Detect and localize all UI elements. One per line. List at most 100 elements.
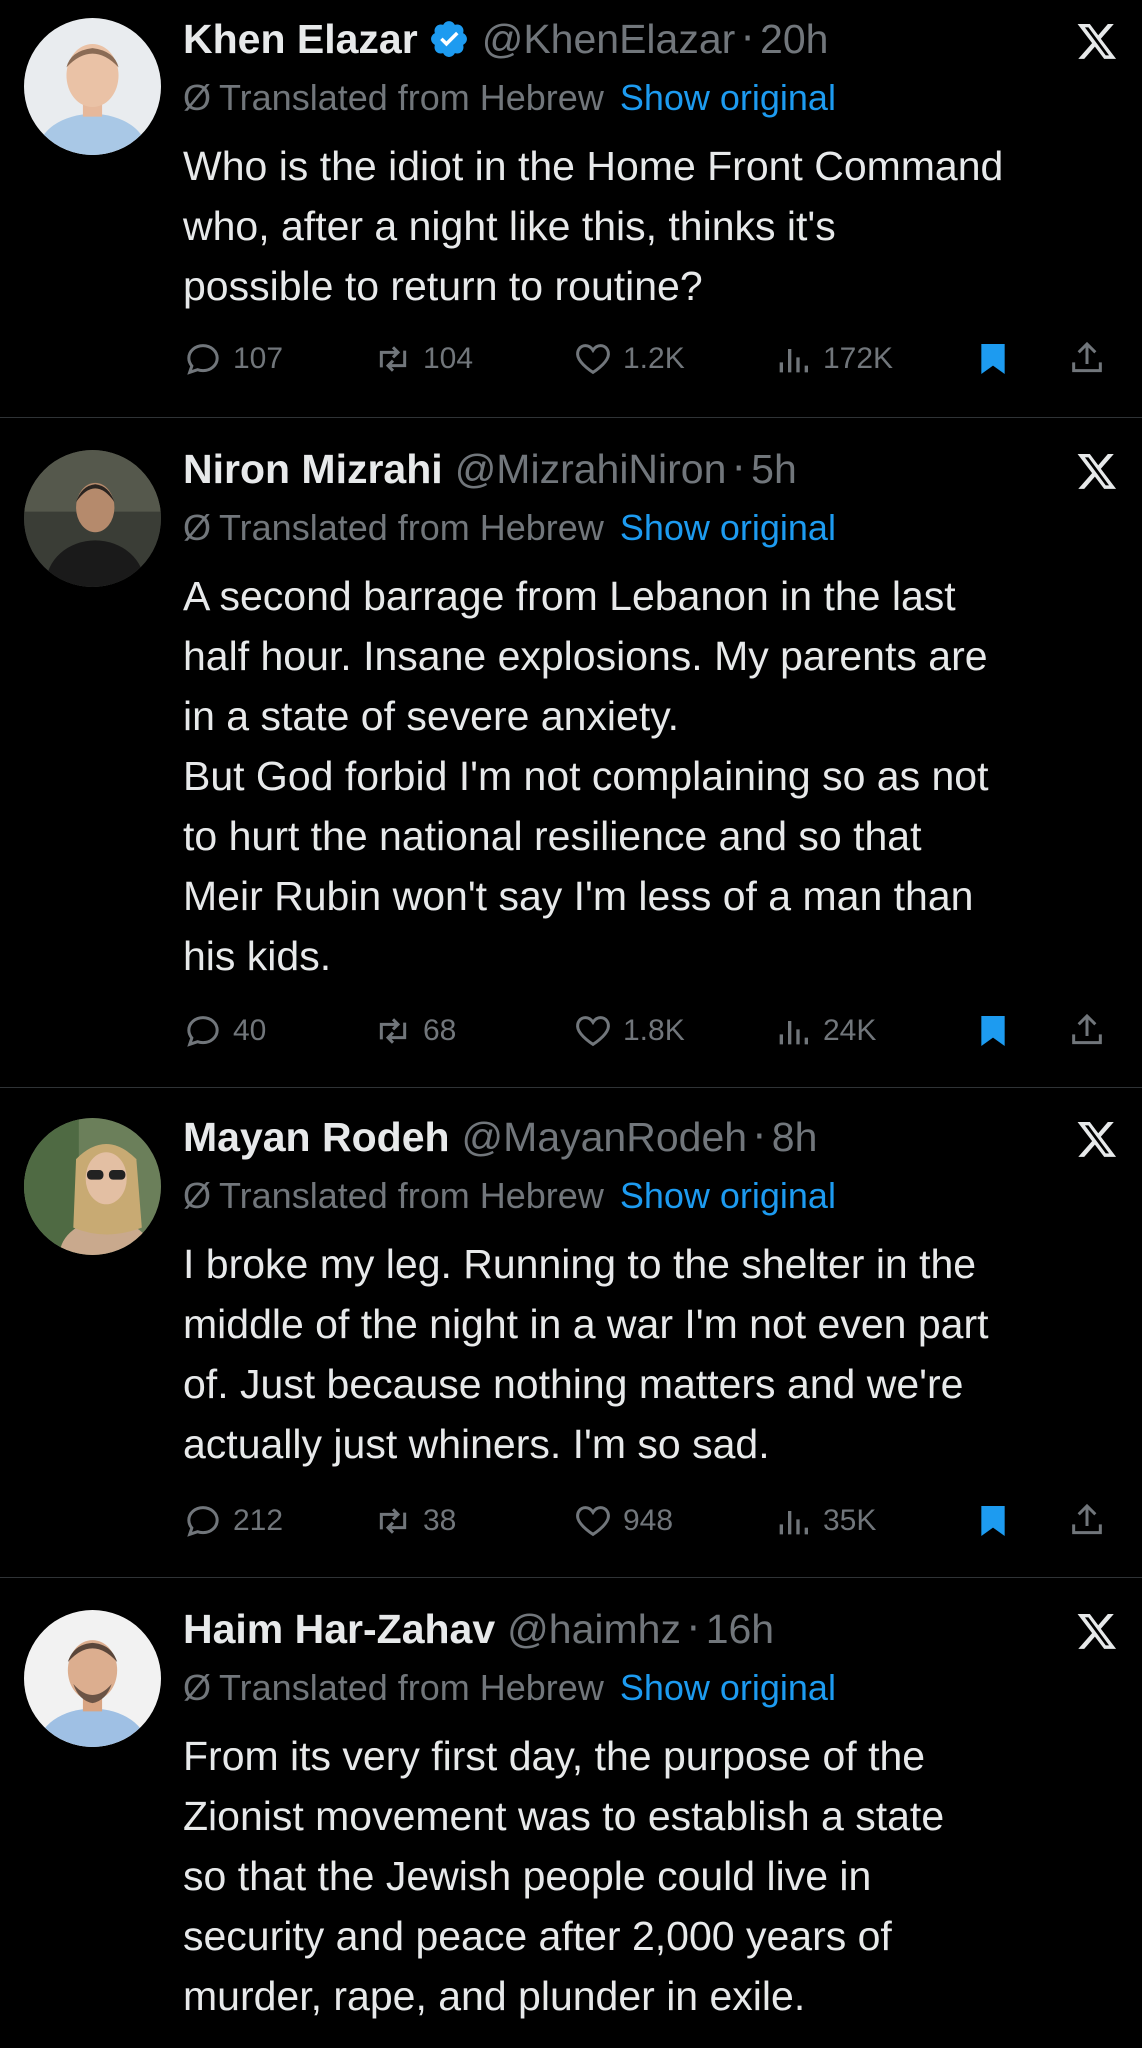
reply-icon	[187, 1506, 219, 1537]
timestamp[interactable]: 5h	[751, 444, 797, 494]
author-handle[interactable]: @KhenElazar	[482, 14, 736, 64]
retweet-count: 38	[423, 1504, 457, 1537]
like-button[interactable]: 1.8K	[573, 1006, 685, 1056]
heart-icon	[576, 344, 610, 375]
show-original-link[interactable]: Show original	[620, 507, 836, 548]
bookmark-icon	[981, 344, 1005, 374]
show-original-link[interactable]: Show original	[620, 1667, 836, 1708]
separator-dot: ·	[753, 1114, 766, 1160]
reply-button[interactable]: 40	[183, 1006, 266, 1056]
avatar[interactable]	[24, 1118, 161, 1255]
tweet-text: I broke my leg. Running to the shelter i…	[183, 1234, 1123, 1474]
author-handle[interactable]: @MayanRodeh	[462, 1112, 748, 1162]
show-original-link[interactable]: Show original	[620, 77, 836, 118]
tweet-text-line: to hurt the national resilience and so t…	[183, 813, 922, 859]
reply-button[interactable]: 107	[183, 334, 283, 384]
bookmark-button[interactable]	[973, 334, 1023, 384]
views-count: 172K	[823, 342, 894, 375]
retweet-icon	[379, 1018, 407, 1044]
tweet-text-line: possible to return to routine?	[183, 263, 703, 309]
translate-icon: Ø	[183, 1175, 212, 1216]
author-name[interactable]: Niron Mizrahi	[183, 444, 443, 494]
bookmark-button[interactable]	[973, 1496, 1023, 1546]
share-button[interactable]	[1067, 334, 1117, 384]
action-bar: 107 104 1.2K 172K	[183, 334, 1113, 384]
verified-badge-icon	[430, 21, 467, 57]
reply-count: 212	[233, 1504, 284, 1537]
retweet-button[interactable]: 38	[373, 1496, 456, 1546]
retweet-button[interactable]: 68	[373, 1006, 456, 1056]
views-button[interactable]: 172K	[773, 334, 893, 384]
author-handle[interactable]: @MizrahiNiron	[455, 444, 727, 494]
action-bar: 40 68 1.8K 24K	[183, 1006, 1113, 1056]
reply-button[interactable]: 212	[183, 1496, 283, 1546]
share-icon	[1072, 341, 1102, 373]
like-button[interactable]: 1.2K	[573, 334, 685, 384]
x-logo-icon[interactable]	[1076, 450, 1118, 492]
author-handle[interactable]: @haimhz	[507, 1604, 681, 1654]
heart-icon	[576, 1506, 610, 1537]
tweet-2[interactable]: Niron Mizrahi @MizrahiNiron · 5h Ø Transl…	[0, 418, 1142, 1088]
views-icon	[779, 1511, 808, 1535]
tweet-text-line: security and peace after 2,000 years of	[183, 1913, 892, 1959]
tweet-4[interactable]: Haim Har-Zahav @haimhz · 16h Ø Translated…	[0, 1578, 1142, 2048]
translation-note: Ø Translated from Hebrew Show original	[183, 76, 836, 120]
avatar[interactable]	[24, 450, 161, 587]
separator-dot: ·	[686, 1606, 700, 1652]
tweet-text: A second barrage from Lebanon in the las…	[183, 566, 1123, 986]
translated-label: Translated from Hebrew	[219, 1667, 604, 1708]
tweet-text-line: who, after a night like this, thinks it'…	[183, 203, 836, 249]
timestamp[interactable]: 16h	[706, 1604, 774, 1654]
show-original-link[interactable]: Show original	[620, 1175, 836, 1216]
views-button[interactable]: 35K	[773, 1496, 876, 1546]
bookmark-button[interactable]	[973, 1006, 1023, 1056]
views-count: 35K	[823, 1504, 877, 1537]
tweet-text-line: half hour. Insane explosions. My parents…	[183, 633, 988, 679]
reply-icon	[187, 344, 219, 375]
translate-icon: Ø	[183, 507, 212, 548]
like-button[interactable]: 948	[573, 1496, 673, 1546]
author-name[interactable]: Haim Har-Zahav	[183, 1604, 495, 1654]
avatar[interactable]	[24, 1610, 161, 1747]
tweet-text-line: Zionist movement was to establish a stat…	[183, 1793, 945, 1839]
tweet-text-line: so that the Jewish people could live in	[183, 1853, 872, 1899]
tweet-3[interactable]: Mayan Rodeh @MayanRodeh · 8h Ø Translated…	[0, 1088, 1142, 1578]
retweet-count: 104	[423, 342, 474, 375]
share-button[interactable]	[1067, 1006, 1117, 1056]
tweet-text-line: in a state of severe anxiety.	[183, 693, 680, 739]
translation-note: Ø Translated from Hebrew Show original	[183, 1666, 836, 1710]
author-name[interactable]: Khen Elazar	[183, 14, 418, 64]
translate-icon: Ø	[183, 77, 212, 118]
retweet-icon	[379, 346, 407, 372]
translated-label: Translated from Hebrew	[219, 1175, 604, 1216]
x-logo-icon[interactable]	[1076, 20, 1118, 62]
timestamp[interactable]: 20h	[760, 14, 828, 64]
tweet-header: Mayan Rodeh @MayanRodeh · 8h	[183, 1112, 817, 1162]
tweet-header: Niron Mizrahi @MizrahiNiron · 5h	[183, 444, 797, 494]
reply-count: 107	[233, 342, 284, 375]
tweet-text: Who is the idiot in the Home Front Comma…	[183, 136, 1123, 316]
x-logo-icon[interactable]	[1076, 1118, 1118, 1160]
tweet-text-line: actually just whiners. I'm so sad.	[183, 1421, 770, 1467]
retweet-icon	[379, 1508, 407, 1534]
tweet-text-line: Meir Rubin won't say I'm less of a man t…	[183, 873, 974, 919]
translation-note: Ø Translated from Hebrew Show original	[183, 1174, 836, 1218]
avatar[interactable]	[24, 18, 161, 155]
like-count: 948	[623, 1504, 674, 1537]
tweet-text-line: From its very first day, the purpose of …	[183, 1733, 926, 1779]
share-button[interactable]	[1067, 1496, 1117, 1546]
views-icon	[779, 1021, 808, 1045]
bookmark-icon	[981, 1016, 1005, 1046]
retweet-button[interactable]: 104	[373, 334, 473, 384]
views-button[interactable]: 24K	[773, 1006, 876, 1056]
x-logo-icon[interactable]	[1076, 1610, 1118, 1652]
like-count: 1.8K	[623, 1014, 685, 1047]
action-bar: 212 38 948 35K	[183, 1496, 1113, 1546]
tweet-text-line: I broke my leg. Running to the shelter i…	[183, 1241, 977, 1287]
heart-icon	[576, 1016, 610, 1047]
bookmark-icon	[981, 1506, 1005, 1536]
timestamp[interactable]: 8h	[772, 1112, 818, 1162]
author-name[interactable]: Mayan Rodeh	[183, 1112, 450, 1162]
share-icon	[1072, 1013, 1102, 1045]
tweet-1[interactable]: Khen Elazar @KhenElazar · 20h Ø Translate…	[0, 0, 1142, 418]
